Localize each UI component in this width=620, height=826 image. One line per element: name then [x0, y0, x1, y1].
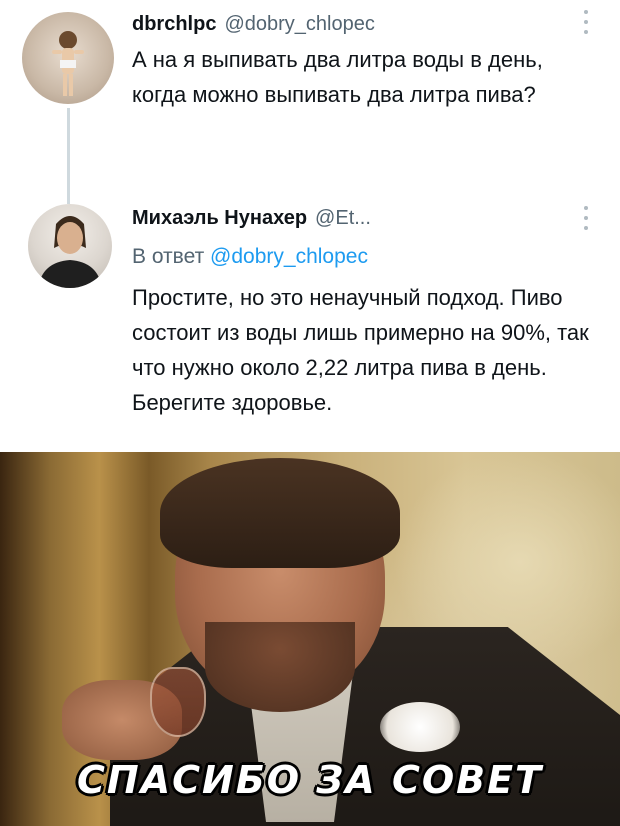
reply-prefix: В ответ [132, 245, 205, 268]
meme-beard [205, 622, 355, 712]
thread-connector-line [67, 108, 70, 204]
user-avatar-icon[interactable] [28, 204, 112, 288]
tweet-original[interactable]: dbrchlpc @dobry_chlopec А на я выпивать д… [0, 0, 620, 204]
meme-hair [160, 458, 400, 568]
user-avatar-icon[interactable] [22, 12, 114, 104]
reply-context: В ответ @dobry_chlopec [132, 244, 368, 270]
display-name[interactable]: dbrchlpc [132, 13, 216, 35]
meme-flower [380, 702, 460, 752]
user-handle[interactable]: @Et... [315, 207, 371, 229]
meme-glass [150, 667, 206, 737]
meme-caption: СПАСИБО ЗА СОВЕТ [77, 758, 543, 802]
user-handle[interactable]: @dobry_chlopec [224, 13, 374, 35]
reply-mention-link[interactable]: @dobry_chlopec [210, 245, 368, 268]
display-name[interactable]: Михаэль Нунахер [132, 207, 307, 229]
tweet-reply[interactable]: Михаэль Нунахер @Et... В ответ @dobry_chl… [0, 196, 620, 452]
tweet-header: Михаэль Нунахер @Et... [132, 206, 371, 230]
meme-image: СПАСИБО ЗА СОВЕТ [0, 452, 620, 826]
tweet-text: Простите, но это ненаучный подход. Пиво … [132, 285, 589, 415]
tweet-text: А на я выпивать два литра воды в день, к… [132, 47, 543, 107]
more-options-icon[interactable] [582, 206, 590, 230]
tweet-header: dbrchlpc @dobry_chlopec [132, 12, 375, 36]
more-options-icon[interactable] [582, 10, 590, 34]
